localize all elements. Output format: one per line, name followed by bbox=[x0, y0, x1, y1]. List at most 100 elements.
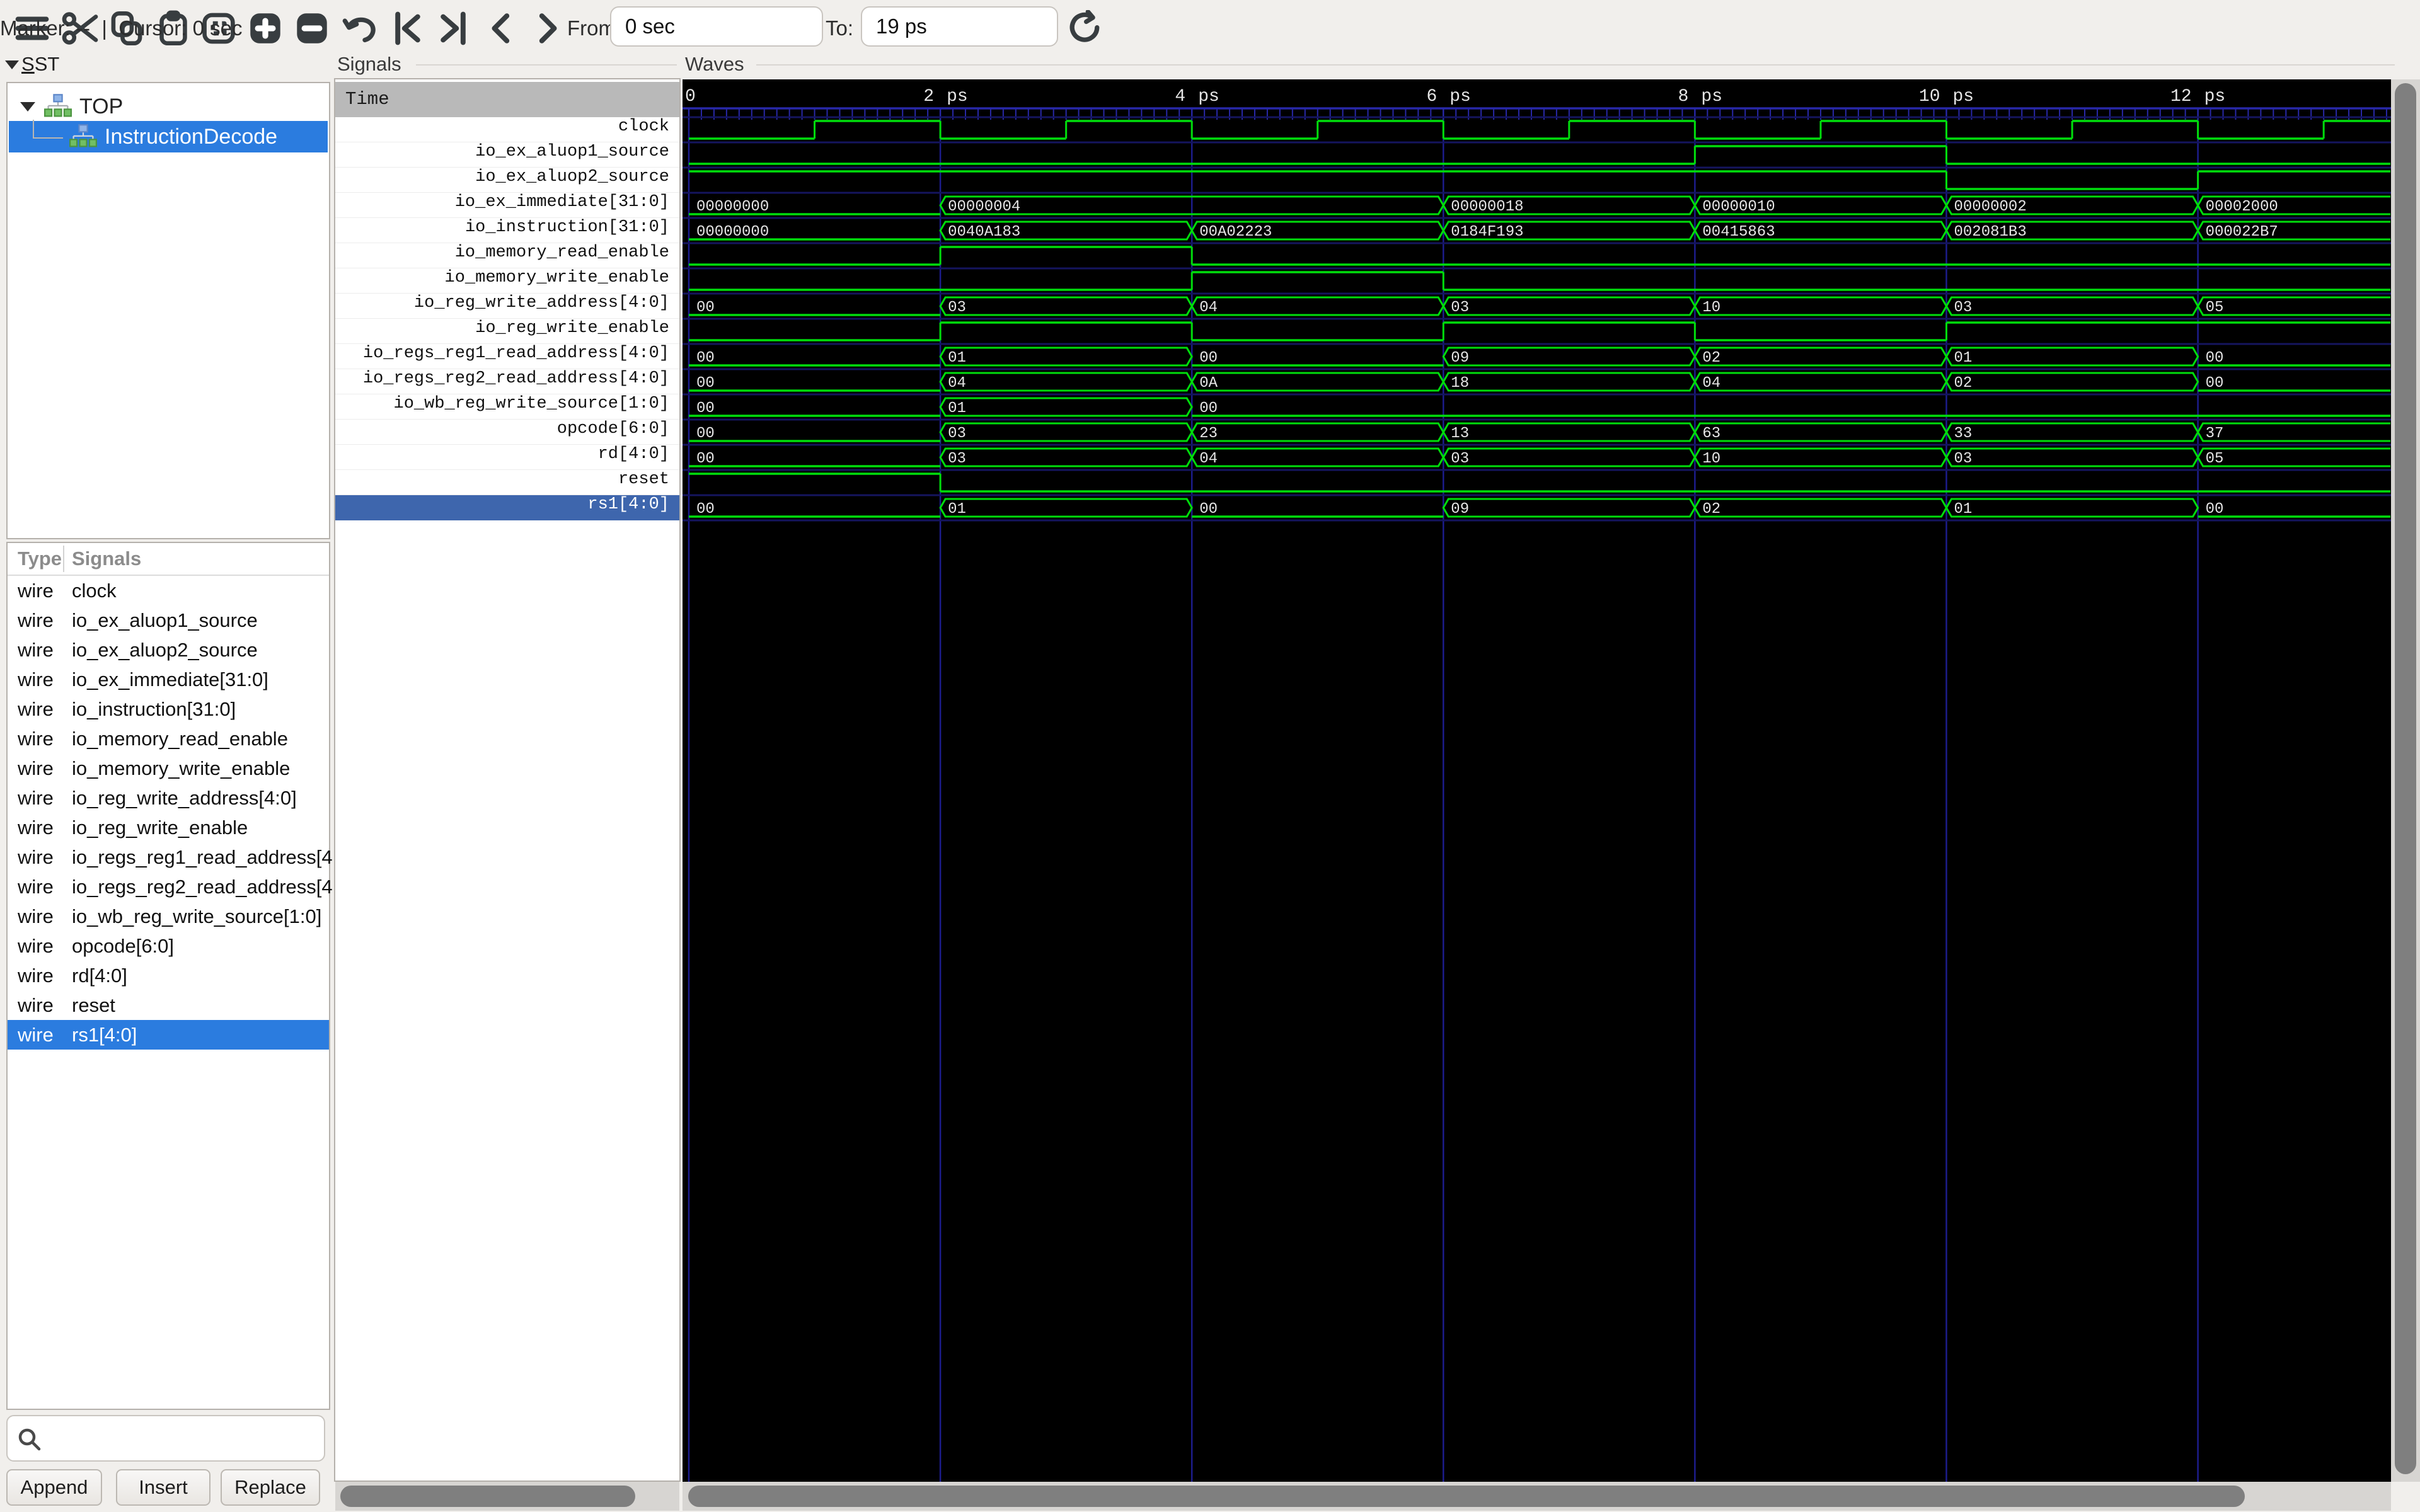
signal-type: wire bbox=[8, 905, 63, 928]
to-input[interactable] bbox=[861, 6, 1058, 47]
svg-text:ps: ps bbox=[1198, 87, 1219, 106]
svg-text:33: 33 bbox=[1954, 425, 1973, 442]
time-header-row[interactable]: Time bbox=[335, 82, 679, 117]
signal-name: io_ex_immediate[31:0] bbox=[63, 668, 268, 691]
svg-text:8: 8 bbox=[1678, 87, 1689, 106]
svg-text:00: 00 bbox=[2206, 501, 2224, 518]
svg-text:12: 12 bbox=[2170, 87, 2192, 106]
svg-text:03: 03 bbox=[1451, 450, 1469, 467]
svg-text:02: 02 bbox=[1954, 375, 1973, 392]
signal-row[interactable]: io_ex_aluop2_source bbox=[335, 168, 679, 193]
waveform-canvas[interactable]: 02ps4ps6ps8ps10ps12ps0000000000000004000… bbox=[683, 79, 2391, 1482]
step-back-icon[interactable] bbox=[483, 10, 519, 47]
table-row[interactable]: wireio_ex_aluop2_source bbox=[8, 635, 329, 665]
toolbar: From: To: Marker: -- | Cursor: 0 sec bbox=[0, 0, 2420, 58]
svg-text:00: 00 bbox=[2206, 375, 2224, 392]
table-row[interactable]: wireio_reg_write_address[4:0] bbox=[8, 783, 329, 813]
svg-text:00: 00 bbox=[696, 375, 715, 392]
zoom-out-icon[interactable] bbox=[294, 10, 330, 47]
svg-text:00: 00 bbox=[696, 501, 715, 518]
svg-text:05: 05 bbox=[2206, 299, 2224, 316]
svg-text:00002000: 00002000 bbox=[2206, 198, 2278, 215]
signal-row[interactable]: io_wb_reg_write_source[1:0] bbox=[335, 394, 679, 420]
signal-name: io_ex_aluop2_source bbox=[63, 639, 258, 662]
signal-row[interactable]: clock bbox=[335, 117, 679, 142]
signal-type: wire bbox=[8, 787, 63, 810]
signal-row[interactable]: io_regs_reg2_read_address[4:0] bbox=[335, 369, 679, 394]
signal-type-table: Type Signals wireclockwireio_ex_aluop1_s… bbox=[6, 542, 330, 1410]
table-row[interactable]: wireio_regs_reg2_read_address[4:0] bbox=[8, 872, 329, 902]
svg-text:00000010: 00000010 bbox=[1702, 198, 1775, 215]
svg-text:00415863: 00415863 bbox=[1702, 224, 1775, 241]
signal-row[interactable]: rd[4:0] bbox=[335, 445, 679, 470]
signal-name: io_reg_write_address[4:0] bbox=[63, 787, 297, 810]
signal-name: reset bbox=[63, 994, 115, 1017]
table-row[interactable]: wireio_wb_reg_write_source[1:0] bbox=[8, 902, 329, 931]
svg-text:002081B3: 002081B3 bbox=[1954, 224, 2027, 241]
waves-hscrollbar-thumb[interactable] bbox=[688, 1486, 2245, 1507]
undo-icon[interactable] bbox=[342, 10, 378, 47]
table-row[interactable]: wirereset bbox=[8, 990, 329, 1020]
svg-text:0040A183: 0040A183 bbox=[948, 224, 1020, 241]
table-row[interactable]: wireio_ex_aluop1_source bbox=[8, 605, 329, 635]
table-row[interactable]: wirers1[4:0] bbox=[8, 1020, 329, 1050]
table-row[interactable]: wireio_instruction[31:0] bbox=[8, 694, 329, 724]
waves-vscrollbar-thumb[interactable] bbox=[2395, 83, 2416, 1474]
signal-name: io_memory_write_enable bbox=[63, 757, 290, 780]
signal-row[interactable]: io_memory_write_enable bbox=[335, 268, 679, 294]
step-forward-icon[interactable] bbox=[529, 10, 566, 47]
signals-hscrollbar-thumb[interactable] bbox=[340, 1486, 635, 1507]
signal-row[interactable]: io_ex_aluop1_source bbox=[335, 142, 679, 168]
table-row[interactable]: wireio_ex_immediate[31:0] bbox=[8, 665, 329, 694]
sst-header: SST bbox=[21, 53, 59, 76]
replace-button[interactable]: Replace bbox=[221, 1469, 320, 1506]
svg-text:03: 03 bbox=[1954, 299, 1973, 316]
module-icon bbox=[44, 94, 72, 119]
reload-icon[interactable] bbox=[1066, 10, 1103, 47]
svg-text:00: 00 bbox=[1199, 400, 1218, 417]
svg-text:01: 01 bbox=[1954, 501, 1973, 518]
svg-text:00000000: 00000000 bbox=[696, 198, 769, 215]
svg-text:23: 23 bbox=[1199, 425, 1218, 442]
signal-row[interactable]: rs1[4:0] bbox=[335, 495, 679, 520]
search-input[interactable] bbox=[48, 1419, 319, 1458]
column-type: Type bbox=[8, 547, 63, 570]
svg-text:02: 02 bbox=[1702, 350, 1720, 367]
table-row[interactable]: wireio_regs_reg1_read_address[4:0] bbox=[8, 842, 329, 872]
zoom-in-icon[interactable] bbox=[247, 10, 284, 47]
tree-node-top[interactable]: TOP bbox=[9, 92, 328, 121]
signal-row[interactable]: reset bbox=[335, 470, 679, 495]
signal-type: wire bbox=[8, 876, 63, 898]
insert-button[interactable]: Insert bbox=[116, 1469, 210, 1506]
signal-row[interactable]: io_memory_read_enable bbox=[335, 243, 679, 268]
from-input[interactable] bbox=[610, 6, 823, 47]
append-button[interactable]: Append bbox=[6, 1469, 102, 1506]
signals-panel-title: Signals bbox=[337, 53, 406, 76]
table-row[interactable]: wireopcode[6:0] bbox=[8, 931, 329, 961]
signal-row[interactable]: io_reg_write_address[4:0] bbox=[335, 294, 679, 319]
table-row[interactable]: wireio_memory_write_enable bbox=[8, 753, 329, 783]
svg-text:2: 2 bbox=[923, 87, 934, 106]
expander-icon[interactable] bbox=[20, 102, 35, 112]
svg-text:ps: ps bbox=[947, 87, 968, 106]
table-row[interactable]: wireio_reg_write_enable bbox=[8, 813, 329, 842]
signal-row[interactable]: opcode[6:0] bbox=[335, 420, 679, 445]
signal-row[interactable]: io_ex_immediate[31:0] bbox=[335, 193, 679, 218]
column-signals: Signals bbox=[63, 547, 141, 570]
go-first-icon[interactable] bbox=[389, 10, 426, 47]
svg-text:09: 09 bbox=[1451, 501, 1469, 518]
svg-text:04: 04 bbox=[1199, 299, 1218, 316]
table-row[interactable]: wireio_memory_read_enable bbox=[8, 724, 329, 753]
svg-text:0: 0 bbox=[685, 87, 696, 106]
signal-row[interactable]: io_regs_reg1_read_address[4:0] bbox=[335, 344, 679, 369]
svg-text:10: 10 bbox=[1919, 87, 1940, 106]
svg-text:05: 05 bbox=[2206, 450, 2224, 467]
sst-expander-icon[interactable] bbox=[5, 60, 19, 69]
table-row[interactable]: wireclock bbox=[8, 576, 329, 605]
signal-row[interactable]: io_reg_write_enable bbox=[335, 319, 679, 344]
table-row[interactable]: wirerd[4:0] bbox=[8, 961, 329, 990]
svg-text:0184F193: 0184F193 bbox=[1451, 224, 1523, 241]
signal-row[interactable]: io_instruction[31:0] bbox=[335, 218, 679, 243]
go-last-icon[interactable] bbox=[435, 10, 471, 47]
svg-text:03: 03 bbox=[1954, 450, 1973, 467]
